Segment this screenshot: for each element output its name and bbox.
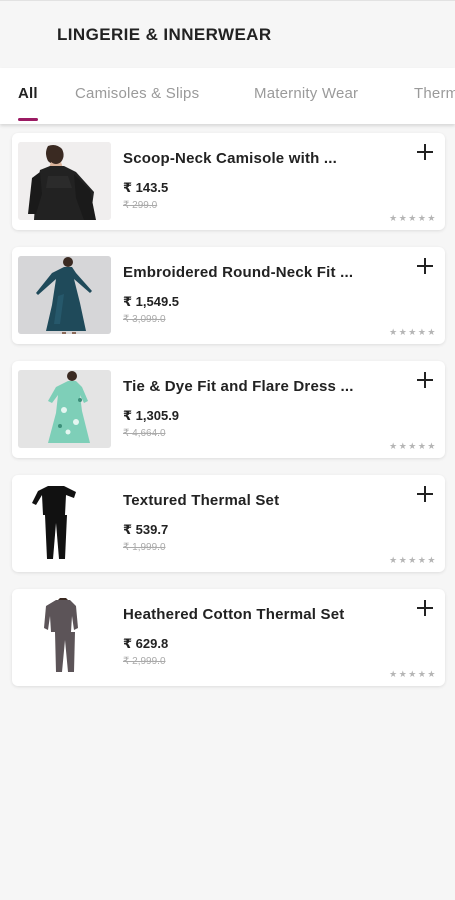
rating-stars: ★★★★★: [389, 555, 437, 565]
tab-camisoles-slips[interactable]: Camisoles & Slips: [75, 85, 199, 102]
product-card[interactable]: Textured Thermal Set ₹ 539.7 ₹ 1,999.0 ★…: [12, 475, 445, 572]
add-to-cart-button[interactable]: [415, 484, 435, 504]
rating-stars: ★★★★★: [389, 213, 437, 223]
dress-photo-icon: [18, 256, 111, 334]
product-card[interactable]: Heathered Cotton Thermal Set ₹ 629.8 ₹ 2…: [12, 589, 445, 686]
product-price: ₹ 629.8: [123, 636, 169, 651]
thermal-set-photo-icon: [18, 484, 111, 562]
product-mrp: ₹ 299.0: [123, 200, 158, 211]
product-price: ₹ 1,305.9: [123, 408, 180, 423]
tab-thermals[interactable]: Therm: [414, 85, 455, 102]
product-mrp: ₹ 3,099.0: [123, 314, 166, 325]
add-to-cart-button[interactable]: [415, 598, 435, 618]
product-mrp: ₹ 2,999.0: [123, 656, 166, 667]
rating-stars: ★★★★★: [389, 327, 437, 337]
rating-stars: ★★★★★: [389, 441, 437, 451]
product-image[interactable]: [18, 256, 111, 334]
product-price: ₹ 143.5: [123, 180, 169, 195]
page-title: LINGERIE & INNERWEAR: [57, 25, 272, 44]
tab-maternity-wear[interactable]: Maternity Wear: [254, 85, 358, 102]
tab-all[interactable]: All: [18, 85, 38, 102]
active-tab-indicator: [18, 118, 38, 121]
product-mrp: ₹ 4,664.0: [123, 428, 166, 439]
product-mrp: ₹ 1,999.0: [123, 542, 166, 553]
product-image[interactable]: [18, 484, 111, 562]
product-image[interactable]: [18, 598, 111, 676]
thermal-set-photo-icon: [18, 598, 111, 676]
add-to-cart-button[interactable]: [415, 142, 435, 162]
camisole-photo-icon: [18, 142, 111, 220]
product-name[interactable]: Heathered Cotton Thermal Set: [123, 606, 393, 623]
category-tabs: All Camisoles & Slips Maternity Wear The…: [0, 68, 455, 124]
product-card[interactable]: Scoop-Neck Camisole with ... ₹ 143.5 ₹ 2…: [12, 133, 445, 230]
add-to-cart-button[interactable]: [415, 370, 435, 390]
add-to-cart-button[interactable]: [415, 256, 435, 276]
product-price: ₹ 1,549.5: [123, 294, 180, 309]
product-name[interactable]: Embroidered Round-Neck Fit ...: [123, 264, 393, 281]
product-price: ₹ 539.7: [123, 522, 169, 537]
product-name[interactable]: Textured Thermal Set: [123, 492, 393, 509]
dress-photo-icon: [18, 370, 111, 448]
product-name[interactable]: Scoop-Neck Camisole with ...: [123, 150, 393, 167]
app-bar: LINGERIE & INNERWEAR: [0, 0, 455, 68]
product-image[interactable]: [18, 370, 111, 448]
product-image[interactable]: [18, 142, 111, 220]
rating-stars: ★★★★★: [389, 669, 437, 679]
product-name[interactable]: Tie & Dye Fit and Flare Dress ...: [123, 378, 393, 395]
product-card[interactable]: Tie & Dye Fit and Flare Dress ... ₹ 1,30…: [12, 361, 445, 458]
product-card[interactable]: Embroidered Round-Neck Fit ... ₹ 1,549.5…: [12, 247, 445, 344]
